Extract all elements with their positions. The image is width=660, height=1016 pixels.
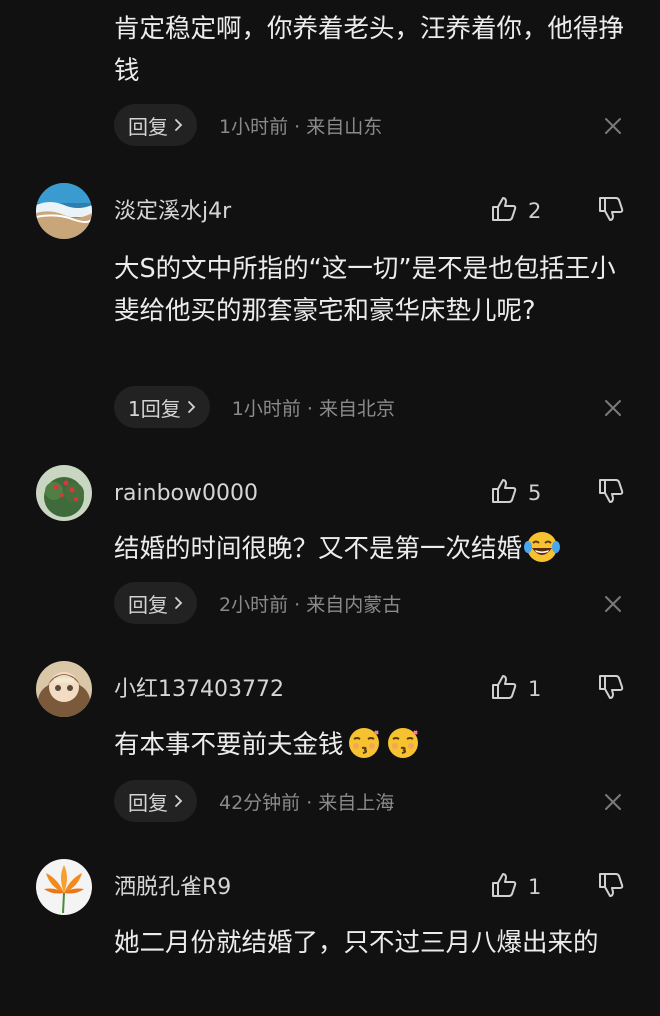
thumbs-up-icon bbox=[490, 871, 518, 903]
chevron-right-icon bbox=[174, 591, 183, 615]
close-icon[interactable] bbox=[604, 399, 622, 417]
close-icon[interactable] bbox=[604, 117, 622, 135]
comment-time: 1小时前 · 来自山东 bbox=[219, 115, 383, 138]
comment-time: 1小时前 · 来自北京 bbox=[231, 397, 395, 420]
like-button[interactable]: 1 bbox=[490, 872, 541, 902]
comment-text-content: 结婚的时间很晚？又不是第一次结婚 bbox=[114, 534, 523, 564]
thumbs-down-icon bbox=[597, 673, 625, 705]
comment-meta: 回复 1小时前 · 来自山东 bbox=[114, 104, 382, 146]
chevron-right-icon bbox=[187, 395, 196, 419]
comment-meta: 1回复 1小时前 · 来自北京 bbox=[114, 386, 395, 428]
reply-button[interactable]: 回复 bbox=[114, 582, 197, 624]
dislike-button[interactable] bbox=[597, 478, 625, 508]
comment-time: 2小时前 · 来自内蒙古 bbox=[219, 593, 402, 616]
like-count: 2 bbox=[528, 199, 542, 223]
thumbs-down-icon bbox=[597, 871, 625, 903]
kissing-emoji-icon bbox=[384, 726, 422, 773]
reply-button[interactable]: 回复 bbox=[114, 780, 197, 822]
chevron-right-icon bbox=[174, 789, 183, 813]
like-button[interactable]: 5 bbox=[490, 478, 541, 508]
user-avatar[interactable] bbox=[36, 859, 92, 915]
dislike-button[interactable] bbox=[597, 196, 625, 226]
chevron-right-icon bbox=[174, 113, 183, 137]
reply-label: 1回复 bbox=[128, 396, 181, 421]
like-count: 1 bbox=[528, 677, 542, 701]
comment-text: 结婚的时间很晚？又不是第一次结婚 bbox=[114, 528, 639, 577]
comment-meta: 回复 42分钟前 · 来自上海 bbox=[114, 780, 394, 822]
user-avatar[interactable] bbox=[36, 183, 92, 239]
comment-text-content: 有本事不要前夫金钱 bbox=[114, 730, 344, 760]
reply-label: 回复 bbox=[128, 114, 168, 139]
like-count: 5 bbox=[528, 481, 542, 505]
comment-text: 她二月份就结婚了，只不过三月八爆出来的 bbox=[114, 928, 599, 958]
reply-button[interactable]: 1回复 bbox=[114, 386, 210, 428]
comment-text: 有本事不要前夫金钱 bbox=[114, 724, 639, 773]
comment-text: 肯定稳定啊，你养着老头，汪养着你，他得挣钱 bbox=[114, 14, 625, 86]
user-avatar[interactable] bbox=[36, 465, 92, 521]
thumbs-down-icon bbox=[597, 195, 625, 227]
user-avatar[interactable] bbox=[36, 661, 92, 717]
laughing-tears-emoji-icon bbox=[523, 530, 561, 577]
reply-label: 回复 bbox=[128, 592, 168, 617]
close-icon[interactable] bbox=[604, 595, 622, 613]
dislike-button[interactable] bbox=[597, 674, 625, 704]
reply-label: 回复 bbox=[128, 790, 168, 815]
comment-time: 42分钟前 · 来自上海 bbox=[219, 791, 395, 814]
username[interactable]: 淡定溪水j4r bbox=[114, 198, 231, 226]
like-count: 1 bbox=[528, 875, 542, 899]
comment-meta: 回复 2小时前 · 来自内蒙古 bbox=[114, 582, 401, 624]
dislike-button[interactable] bbox=[597, 872, 625, 902]
thumbs-up-icon bbox=[490, 673, 518, 705]
comment-text: 大S的文中所指的“这一切”是不是也包括王小斐给他买的那套豪宅和豪华床垫儿呢? bbox=[114, 254, 616, 326]
thumbs-down-icon bbox=[597, 477, 625, 509]
username[interactable]: 小红137403772 bbox=[114, 676, 284, 704]
thumbs-up-icon bbox=[490, 477, 518, 509]
username[interactable]: rainbow0000 bbox=[114, 480, 258, 508]
kissing-emoji-icon bbox=[345, 726, 383, 773]
like-button[interactable]: 2 bbox=[490, 196, 541, 226]
like-button[interactable]: 1 bbox=[490, 674, 541, 704]
reply-button[interactable]: 回复 bbox=[114, 104, 197, 146]
username[interactable]: 洒脱孔雀R9 bbox=[114, 874, 231, 902]
close-icon[interactable] bbox=[604, 793, 622, 811]
thumbs-up-icon bbox=[490, 195, 518, 227]
